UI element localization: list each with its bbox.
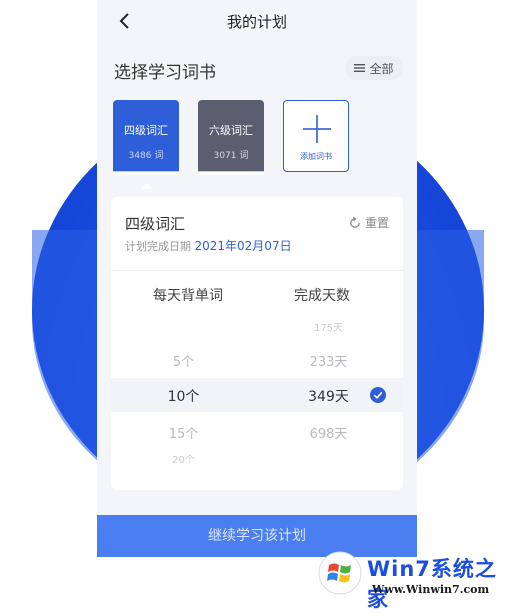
add-book-button[interactable]: 添加词书 bbox=[283, 100, 349, 172]
book-count: 3486 词 bbox=[128, 151, 164, 161]
picker-daily: 10个 bbox=[167, 389, 200, 405]
watermark-url: Www.Winwin7.com bbox=[372, 583, 490, 596]
picker-days: 233天 bbox=[309, 355, 348, 370]
picker-option[interactable]: 20个 bbox=[111, 447, 403, 466]
column-header-daily: 每天背单词 bbox=[153, 288, 223, 304]
plan-date-label: 计划完成日期 bbox=[125, 240, 191, 253]
refresh-icon bbox=[350, 216, 360, 228]
plan-date-line: 计划完成日期 2021年02月07日 bbox=[125, 237, 292, 254]
windows-logo-icon bbox=[318, 551, 362, 595]
book-cet4[interactable]: 四级词汇 3486 词 bbox=[113, 100, 179, 175]
picker-option[interactable]: 15个 698天 bbox=[111, 415, 403, 449]
plan-date-value: 2021年02月07日 bbox=[194, 239, 292, 253]
picker-daily: 20个 bbox=[172, 455, 195, 466]
picker-daily: 5个 bbox=[172, 355, 195, 370]
book-page-edge bbox=[198, 171, 264, 175]
book-cet6[interactable]: 六级词汇 3071 词 bbox=[198, 100, 264, 175]
continue-plan-button[interactable]: 继续学习该计划 bbox=[97, 515, 417, 557]
plus-icon bbox=[303, 115, 331, 143]
reset-button[interactable]: 重置 bbox=[349, 214, 389, 231]
selection-pointer bbox=[141, 183, 153, 189]
reset-label: 重置 bbox=[364, 216, 389, 230]
all-books-button[interactable]: 全部 bbox=[345, 56, 403, 80]
book-title: 四级词汇 bbox=[124, 124, 168, 137]
check-icon bbox=[370, 387, 386, 403]
section-title: 选择学习词书 bbox=[114, 63, 216, 83]
picker-daily: 15个 bbox=[168, 427, 199, 442]
picker-option-selected[interactable]: 10个 349天 bbox=[111, 378, 403, 412]
page-title: 我的计划 bbox=[226, 13, 287, 31]
top-bar: 我的计划 bbox=[97, 0, 417, 42]
divider bbox=[111, 270, 403, 271]
all-books-label: 全部 bbox=[369, 61, 394, 76]
book-count: 3071 词 bbox=[213, 151, 249, 161]
picker-option[interactable]: 5个 233天 bbox=[111, 343, 403, 377]
plan-card: 四级词汇 重置 计划完成日期 2021年02月07日 每天背单词 完成天数 17… bbox=[111, 197, 403, 490]
book-title: 六级词汇 bbox=[209, 124, 253, 137]
plan-book-title: 四级词汇 bbox=[125, 215, 186, 233]
list-icon bbox=[354, 64, 366, 72]
picker-days: 175天 bbox=[313, 323, 344, 334]
picker-days: 698天 bbox=[309, 427, 348, 442]
picker-option[interactable]: 175天 bbox=[111, 319, 403, 334]
book-page-edge bbox=[113, 171, 179, 175]
column-header-days: 完成天数 bbox=[294, 288, 350, 304]
phone-screen: 我的计划 选择学习词书 全部 四级词汇 3486 词 六级词汇 3071 词 添… bbox=[97, 0, 417, 557]
add-book-label: 添加词书 bbox=[300, 152, 332, 161]
